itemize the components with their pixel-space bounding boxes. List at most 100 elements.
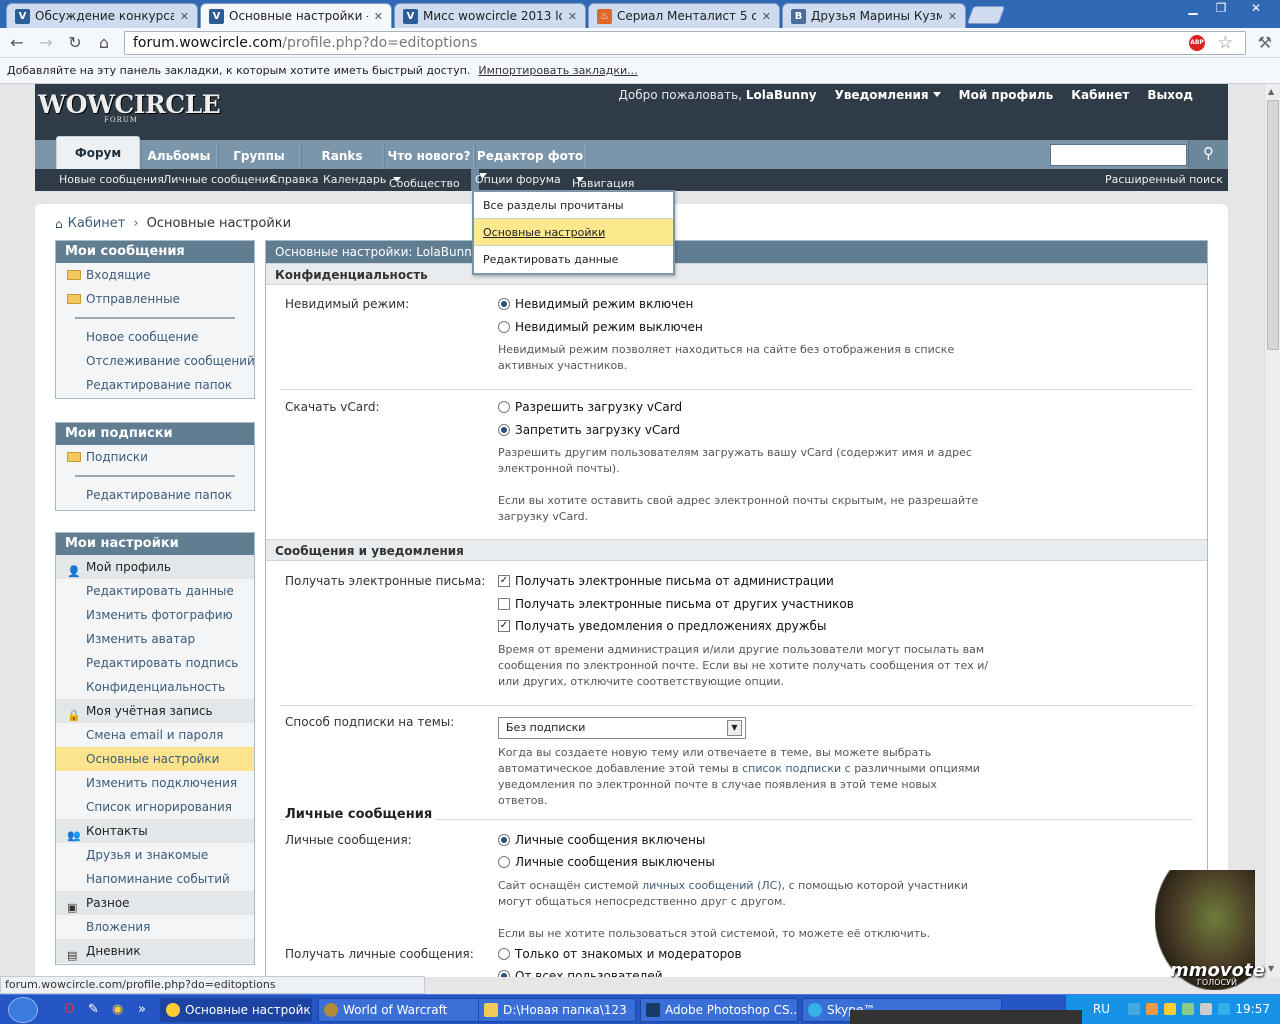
- ignore-list-link[interactable]: Список игнорирования: [56, 795, 254, 819]
- adblock-icon[interactable]: ABP: [1189, 35, 1205, 51]
- edit-data-link[interactable]: Редактировать данные: [56, 579, 254, 603]
- browser-tab-active[interactable]: V Основные настройки - Фор✕: [200, 3, 392, 28]
- basic-settings-item[interactable]: Основные настройки: [474, 219, 673, 246]
- search-input[interactable]: [1050, 144, 1187, 166]
- taskbar-wow[interactable]: World of Warcraft: [318, 998, 490, 1022]
- inbox-link[interactable]: Входящие: [56, 263, 254, 287]
- email-friend-checkbox[interactable]: ✓ Получать уведомления о предложениях дру…: [498, 619, 826, 633]
- new-tab-button[interactable]: [966, 6, 1006, 24]
- invisible-on-radio[interactable]: Невидимый режим включен: [498, 297, 693, 311]
- edit-signature-link[interactable]: Редактировать подпись: [56, 651, 254, 675]
- edit-data-item[interactable]: Редактировать данные: [474, 246, 673, 273]
- logout-link[interactable]: Выход: [1147, 88, 1193, 102]
- clock[interactable]: 19:57: [1235, 1002, 1270, 1016]
- tray-icon[interactable]: [1164, 1003, 1176, 1015]
- browser-tab[interactable]: B Друзья Марины Кузмичево✕: [782, 3, 966, 28]
- close-window-icon[interactable]: ✕: [1236, 0, 1276, 18]
- help-link[interactable]: Справка: [270, 173, 318, 186]
- close-tab-icon[interactable]: ✕: [762, 10, 771, 23]
- volume-icon[interactable]: [1200, 1003, 1212, 1015]
- home-icon[interactable]: ⌂: [55, 217, 63, 231]
- pm-off-radio[interactable]: Личные сообщения выключены: [498, 855, 715, 869]
- tab-groups[interactable]: Группы: [218, 142, 300, 169]
- breadcrumb-cabinet[interactable]: Кабинет: [68, 216, 126, 231]
- vcard-allow-radio[interactable]: Разрешить загрузку vCard: [498, 400, 682, 414]
- pm-system-link[interactable]: личных сообщений (ЛС): [642, 879, 782, 892]
- tray-icon[interactable]: [1182, 1003, 1194, 1015]
- forum-options-menu[interactable]: Опции форума: [471, 169, 561, 191]
- diary-link[interactable]: ▤ Дневник: [56, 939, 254, 963]
- close-tab-icon[interactable]: ✕: [180, 10, 189, 23]
- change-email-link[interactable]: Смена email и пароля: [56, 723, 254, 747]
- advanced-search-link[interactable]: Расширенный поиск: [1105, 173, 1223, 186]
- pm-from-all-radio[interactable]: От всех пользователей: [498, 969, 663, 977]
- invisible-off-radio[interactable]: Невидимый режим выключен: [498, 320, 703, 334]
- forum-logo[interactable]: WOWCIRCLE: [38, 90, 221, 119]
- email-members-checkbox[interactable]: Получать электронные письма от других уч…: [498, 597, 854, 611]
- taskbar-folder[interactable]: D:\Новая папка\123: [478, 998, 636, 1022]
- back-icon[interactable]: ←: [6, 33, 28, 53]
- show-more-icon[interactable]: »: [138, 1002, 146, 1017]
- restore-icon[interactable]: ❐: [1208, 0, 1234, 18]
- taskbar-photoshop[interactable]: Adobe Photoshop CS...: [640, 998, 798, 1022]
- tab-photo-editor[interactable]: Редактор фото: [475, 142, 585, 169]
- pm-from-friends-radio[interactable]: Только от знакомых и модераторов: [498, 947, 742, 961]
- basic-settings-link[interactable]: Основные настройки: [56, 747, 254, 771]
- username-link[interactable]: LolaBunny: [746, 88, 817, 102]
- browser-tab[interactable]: V Мисс wowcircle 2013 logon3✕: [394, 3, 586, 28]
- tab-albums[interactable]: Альбомы: [141, 142, 217, 169]
- scroll-thumb[interactable]: [1267, 100, 1279, 350]
- language-indicator[interactable]: RU: [1093, 1002, 1110, 1016]
- tab-ranks[interactable]: Ranks: [301, 142, 383, 169]
- email-admin-checkbox[interactable]: ✓ Получать электронные письма от админист…: [498, 574, 834, 588]
- privacy-link[interactable]: Конфиденциальность: [56, 675, 254, 699]
- notifications-menu[interactable]: Уведомления: [835, 88, 941, 102]
- tray-icon[interactable]: [1146, 1003, 1158, 1015]
- start-button[interactable]: [8, 997, 38, 1023]
- address-bar[interactable]: forum.wowcircle.com/profile.php?do=edito…: [124, 31, 1246, 55]
- close-tab-icon[interactable]: ✕: [568, 10, 577, 23]
- edit-folders-link[interactable]: Редактирование папок: [56, 373, 254, 397]
- opera-icon[interactable]: O: [64, 1002, 74, 1017]
- new-message-link[interactable]: Новое сообщение: [56, 325, 254, 349]
- wrench-icon[interactable]: ⚒: [1258, 33, 1272, 52]
- reload-icon[interactable]: ↻: [64, 33, 86, 53]
- subscriptions-link[interactable]: Подписки: [56, 445, 254, 469]
- change-photo-link[interactable]: Изменить фотографию: [56, 603, 254, 627]
- new-posts-link[interactable]: Новые сообщения: [59, 173, 164, 186]
- mmovote-banner[interactable]: mmovote ГОЛОСУЙ: [1125, 870, 1265, 990]
- pm-on-radio[interactable]: Личные сообщения включены: [498, 833, 705, 847]
- quicklaunch-icon[interactable]: ✎: [88, 1002, 99, 1017]
- browser-tab[interactable]: ♨ Сериал Менталист 5 сезон✕: [588, 3, 780, 28]
- private-messages-link[interactable]: Личные сообщения: [163, 173, 275, 186]
- chrome-quick-icon[interactable]: ◉: [112, 1002, 123, 1017]
- mark-all-read-item[interactable]: Все разделы прочитаны: [474, 192, 673, 219]
- close-tab-icon[interactable]: ✕: [374, 10, 383, 23]
- browser-tab[interactable]: V Обсуждение конкурса (фл✕: [6, 3, 198, 28]
- forward-icon[interactable]: →: [35, 33, 57, 53]
- search-icon[interactable]: ⚲: [1188, 140, 1228, 169]
- change-connections-link[interactable]: Изменить подключения: [56, 771, 254, 795]
- cabinet-link[interactable]: Кабинет: [1071, 88, 1129, 102]
- attachments-link[interactable]: Вложения: [56, 915, 254, 939]
- subscription-mode-select[interactable]: Без подписки ▼: [498, 717, 746, 739]
- tray-icon[interactable]: [1128, 1003, 1140, 1015]
- event-reminders-link[interactable]: Напоминание событий: [56, 867, 254, 891]
- friends-link[interactable]: Друзья и знакомые: [56, 843, 254, 867]
- subscription-list-link[interactable]: список подписки: [742, 762, 841, 775]
- close-tab-icon[interactable]: ✕: [948, 10, 957, 23]
- sent-link[interactable]: Отправленные: [56, 287, 254, 311]
- edit-sub-folders-link[interactable]: Редактирование папок: [56, 483, 254, 507]
- taskbar-chrome[interactable]: Основные настройк...: [160, 998, 312, 1022]
- calendar-link[interactable]: Календарь: [323, 173, 386, 186]
- page-scrollbar[interactable]: ▲ ▼: [1264, 84, 1280, 977]
- tab-forum[interactable]: Форум: [56, 136, 140, 169]
- message-tracking-link[interactable]: Отслеживание сообщений: [56, 349, 255, 373]
- tray-icon[interactable]: [1218, 1003, 1230, 1015]
- minimize-icon[interactable]: ▁: [1180, 0, 1206, 18]
- my-profile-link[interactable]: Мой профиль: [959, 88, 1054, 102]
- change-avatar-link[interactable]: Изменить аватар: [56, 627, 254, 651]
- import-bookmarks-link[interactable]: Импортировать закладки...: [478, 64, 637, 77]
- tab-whats-new[interactable]: Что нового?: [384, 142, 474, 169]
- vcard-deny-radio[interactable]: Запретить загрузку vCard: [498, 423, 680, 437]
